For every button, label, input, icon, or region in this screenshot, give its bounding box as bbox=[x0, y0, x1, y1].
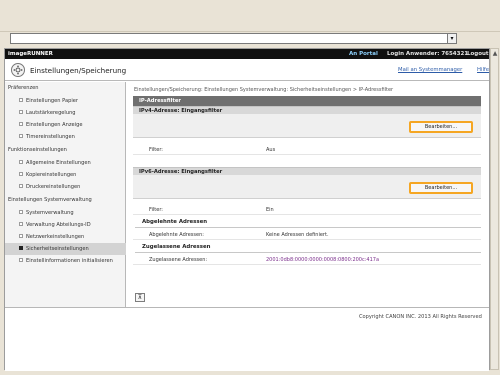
remote-ui-window: imageRUNNER An Portal Login Anwender: 76… bbox=[4, 48, 490, 371]
sidebar-item-label: Timereinstellungen bbox=[26, 134, 75, 140]
bullet-icon bbox=[19, 160, 23, 164]
sidebar-item-label: Druckereinstellungen bbox=[26, 184, 81, 190]
ipv4-edit-button[interactable]: Bearbeiten... bbox=[409, 121, 473, 133]
bullet-icon bbox=[19, 222, 23, 226]
address-bar[interactable] bbox=[10, 33, 457, 44]
mail-to-admin-link[interactable]: Mail an Systemmanager bbox=[398, 67, 462, 73]
sidebar-item-network[interactable]: Netzwerkeinstellungen bbox=[5, 231, 126, 243]
allowed-label: Zugelassene Adressen: bbox=[149, 257, 208, 263]
sidebar-item-general[interactable]: Allgemeine Einstellungen bbox=[5, 157, 126, 169]
sidebar-item-label: Netzwerkeinstellungen bbox=[26, 234, 85, 240]
sidebar-item-printer[interactable]: Druckereinstellungen bbox=[5, 181, 126, 193]
sidebar-item-initialize[interactable]: Einstellinformationen initialisieren bbox=[5, 255, 126, 267]
brand-label: imageRUNNER bbox=[8, 51, 53, 57]
breadcrumb: Einstellungen/Speicherung: Einstellungen… bbox=[134, 87, 394, 93]
ipv6-filter-row: Filter: Ein bbox=[133, 203, 481, 215]
login-user-label: Login Anwender: 7654321 bbox=[387, 51, 469, 57]
sidebar-item-label: Präferenzen bbox=[8, 85, 39, 91]
sidebar-item-display[interactable]: Einstellungen Anzeige bbox=[5, 119, 126, 131]
bullet-icon bbox=[19, 134, 23, 138]
ipv4-filter-value: Aus bbox=[266, 147, 276, 153]
logout-link[interactable]: Logout bbox=[467, 51, 489, 57]
bullet-icon bbox=[19, 246, 23, 250]
sidebar-item-system-management[interactable]: Systemverwaltung bbox=[5, 207, 126, 219]
sidebar-item-security[interactable]: Sicherheitseinstellungen bbox=[5, 243, 126, 255]
top-header: imageRUNNER An Portal Login Anwender: 76… bbox=[5, 49, 489, 59]
bullet-icon bbox=[19, 210, 23, 214]
title-bar: Einstellungen/Speicherung Mail an System… bbox=[5, 59, 489, 81]
sidebar-item-label: Systemverwaltung bbox=[26, 210, 74, 216]
bullet-icon bbox=[19, 98, 23, 102]
bullet-icon bbox=[19, 110, 23, 114]
sidebar-item-label: Lautstärkeregelung bbox=[26, 110, 76, 116]
rejected-row: Abgelehnte Adressen: Keine Adressen defi… bbox=[133, 228, 481, 240]
sidebar-category-preferences: Präferenzen bbox=[5, 82, 126, 94]
panel-title: IP-Adressfilter bbox=[133, 96, 481, 106]
portal-link[interactable]: An Portal bbox=[349, 51, 378, 57]
allowed-row: Zugelassene Adressen: 2001:0db8:0000:000… bbox=[133, 253, 481, 265]
allowed-value: 2001:0db8:0000:0000:0008:0800:200c:417a bbox=[266, 257, 380, 263]
ipv4-filter-row: Filter: Aus bbox=[133, 143, 481, 155]
allowed-section-title: Zugelassene Adressen bbox=[142, 244, 211, 250]
sidebar-item-label: Sicherheitseinstellungen bbox=[26, 246, 89, 252]
ipv6-heading: IPv6-Adresse: Eingangsfilter bbox=[133, 167, 481, 175]
bullet-icon bbox=[19, 122, 23, 126]
sidebar-category-system-management: Einstellungen Systemverwaltung bbox=[5, 194, 126, 206]
bullet-icon bbox=[19, 172, 23, 176]
scroll-up-arrow-icon[interactable]: ▲ bbox=[492, 51, 498, 57]
ipv6-panel: Bearbeiten... bbox=[133, 175, 481, 199]
address-dropdown-button[interactable]: ▾ bbox=[447, 33, 457, 44]
sidebar-item-label: Einstellungen Papier bbox=[26, 98, 78, 104]
page-title: Einstellungen/Speicherung bbox=[30, 66, 127, 75]
ipv4-filter-label: Filter: bbox=[149, 147, 163, 153]
sidebar-item-label: Kopiereinstellungen bbox=[26, 172, 77, 178]
sidebar-item-paper[interactable]: Einstellungen Papier bbox=[5, 95, 126, 107]
ipv6-filter-value: Ein bbox=[266, 207, 274, 213]
footer: Copyright CANON INC. 2013 All Rights Res… bbox=[5, 307, 489, 371]
browser-toolbar bbox=[0, 0, 500, 32]
sidebar-item-label: Einstellungen Systemverwaltung bbox=[8, 197, 92, 203]
sidebar-item-label: Allgemeine Einstellungen bbox=[26, 160, 91, 166]
ipv4-panel: Bearbeiten... bbox=[133, 114, 481, 138]
help-link[interactable]: Hilfe bbox=[477, 67, 489, 73]
sidebar: Präferenzen Einstellungen Papier Lautstä… bbox=[5, 82, 126, 307]
ipv4-heading: IPv4-Adresse: Eingangsfilter bbox=[133, 106, 481, 114]
sidebar-item-copy[interactable]: Kopiereinstellungen bbox=[5, 169, 126, 181]
sidebar-item-label: Einstellungen Anzeige bbox=[26, 122, 83, 128]
rejected-value: Keine Adressen definiert. bbox=[266, 232, 329, 238]
settings-gear-icon-svg bbox=[13, 65, 23, 75]
sidebar-category-function: Funktionseinstellungen bbox=[5, 144, 126, 156]
rejected-section-title: Abgelehnte Adressen bbox=[142, 219, 208, 225]
sidebar-item-volume[interactable]: Lautstärkeregelung bbox=[5, 107, 126, 119]
sidebar-item-label: Einstellinformationen initialisieren bbox=[26, 258, 113, 264]
back-to-top-button[interactable]: ⊼ bbox=[135, 293, 145, 302]
sidebar-item-timer[interactable]: Timereinstellungen bbox=[5, 131, 126, 143]
sidebar-item-label: Verwaltung Abteilungs-ID bbox=[26, 222, 91, 228]
ipv6-edit-button[interactable]: Bearbeiten... bbox=[409, 182, 473, 194]
main-content: Einstellungen/Speicherung: Einstellungen… bbox=[126, 82, 489, 307]
sidebar-item-department-id[interactable]: Verwaltung Abteilungs-ID bbox=[5, 219, 126, 231]
bullet-icon bbox=[19, 184, 23, 188]
copyright-text: Copyright CANON INC. 2013 All Rights Res… bbox=[359, 314, 482, 320]
rejected-label: Abgelehnte Adressen: bbox=[149, 232, 204, 238]
ipv6-filter-label: Filter: bbox=[149, 207, 163, 213]
vertical-scrollbar[interactable]: ▲ bbox=[490, 48, 499, 370]
settings-gear-icon bbox=[11, 63, 25, 77]
sidebar-item-label: Funktionseinstellungen bbox=[8, 147, 67, 153]
bullet-icon bbox=[19, 258, 23, 262]
bullet-icon bbox=[19, 234, 23, 238]
